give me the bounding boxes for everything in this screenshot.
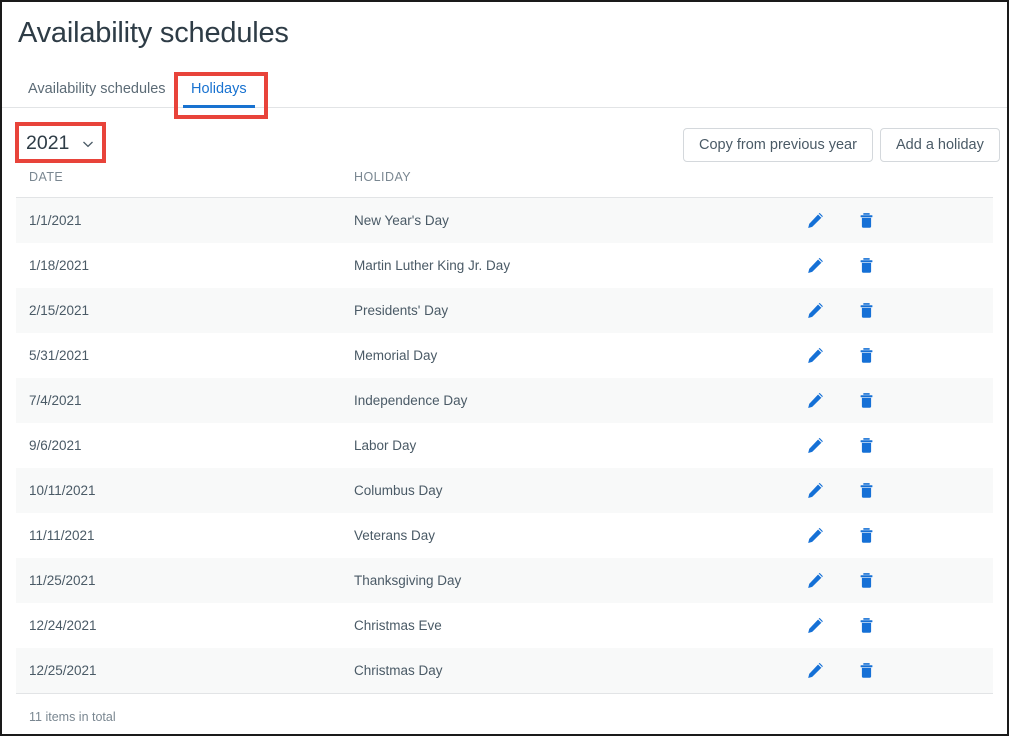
cell-holiday: Labor Day (354, 438, 417, 453)
row-actions (806, 346, 876, 365)
cell-holiday: Independence Day (354, 393, 468, 408)
table-row: 1/1/2021 New Year's Day (16, 198, 993, 243)
pencil-icon[interactable] (806, 211, 825, 230)
year-select-value: 2021 (26, 131, 70, 154)
cell-date: 11/25/2021 (29, 573, 96, 588)
trash-icon[interactable] (857, 526, 876, 545)
cell-holiday: Christmas Eve (354, 618, 442, 633)
tab-holidays[interactable]: Holidays (177, 75, 261, 108)
row-actions (806, 211, 876, 230)
cell-holiday: Columbus Day (354, 483, 443, 498)
trash-icon[interactable] (857, 346, 876, 365)
row-actions (806, 436, 876, 455)
column-header-holiday: HOLIDAY (354, 170, 412, 184)
trash-icon[interactable] (857, 661, 876, 680)
trash-icon[interactable] (857, 211, 876, 230)
row-actions (806, 526, 876, 545)
table-header-row: DATE HOLIDAY (16, 170, 993, 198)
trash-icon[interactable] (857, 391, 876, 410)
copy-from-previous-year-button[interactable]: Copy from previous year (683, 128, 873, 162)
pencil-icon[interactable] (806, 256, 825, 275)
trash-icon[interactable] (857, 256, 876, 275)
pencil-icon[interactable] (806, 436, 825, 455)
cell-holiday: Presidents' Day (354, 303, 449, 318)
table-row: 2/15/2021 Presidents' Day (16, 288, 993, 333)
table-footer-count: 11 items in total (29, 710, 116, 724)
cell-holiday: Thanksgiving Day (354, 573, 462, 588)
pencil-icon[interactable] (806, 661, 825, 680)
cell-holiday: Christmas Day (354, 663, 443, 678)
cell-date: 12/24/2021 (29, 618, 97, 633)
cell-holiday: Memorial Day (354, 348, 438, 363)
cell-holiday: Martin Luther King Jr. Day (354, 258, 511, 273)
chevron-down-icon (82, 138, 94, 150)
table-row: 11/11/2021 Veterans Day (16, 513, 993, 558)
tab-label: Holidays (191, 81, 247, 97)
row-actions (806, 661, 876, 680)
cell-date: 9/6/2021 (29, 438, 82, 453)
row-actions (806, 301, 876, 320)
cell-holiday: New Year's Day (354, 213, 449, 228)
row-actions (806, 256, 876, 275)
table-row: 12/25/2021 Christmas Day (16, 648, 993, 693)
pencil-icon[interactable] (806, 571, 825, 590)
trash-icon[interactable] (857, 571, 876, 590)
column-header-date: DATE (29, 170, 64, 184)
table-row: 9/6/2021 Labor Day (16, 423, 993, 468)
cell-date: 5/31/2021 (29, 348, 90, 363)
cell-date: 2/15/2021 (29, 303, 90, 318)
tab-availability-schedules[interactable]: Availability schedules (14, 75, 180, 108)
add-a-holiday-button[interactable]: Add a holiday (880, 128, 1000, 162)
cell-date: 11/11/2021 (29, 528, 95, 543)
trash-icon[interactable] (857, 301, 876, 320)
holidays-table: DATE HOLIDAY 1/1/2021 New Year's Day 1/18/… (16, 170, 993, 724)
trash-icon[interactable] (857, 436, 876, 455)
pencil-icon[interactable] (806, 481, 825, 500)
table-row: 1/18/2021 Martin Luther King Jr. Day (16, 243, 993, 288)
cell-date: 1/1/2021 (29, 213, 82, 228)
row-actions (806, 481, 876, 500)
pencil-icon[interactable] (806, 346, 825, 365)
trash-icon[interactable] (857, 481, 876, 500)
table-row: 12/24/2021 Christmas Eve (16, 603, 993, 648)
cell-date: 7/4/2021 (29, 393, 82, 408)
app-window: Availability schedules Availability sche… (0, 0, 1009, 736)
tab-active-underline (183, 105, 255, 108)
table-row: 10/11/2021 Columbus Day (16, 468, 993, 513)
table-row: 11/25/2021 Thanksgiving Day (16, 558, 993, 603)
cell-date: 1/18/2021 (29, 258, 90, 273)
pencil-icon[interactable] (806, 391, 825, 410)
cell-date: 10/11/2021 (29, 483, 96, 498)
tab-label: Availability schedules (28, 81, 166, 97)
row-actions (806, 616, 876, 635)
table-row: 7/4/2021 Independence Day (16, 378, 993, 423)
pencil-icon[interactable] (806, 526, 825, 545)
pencil-icon[interactable] (806, 616, 825, 635)
cell-holiday: Veterans Day (354, 528, 436, 543)
pencil-icon[interactable] (806, 301, 825, 320)
cell-date: 12/25/2021 (29, 663, 97, 678)
page-title: Availability schedules (18, 17, 289, 49)
year-select[interactable]: 2021 (26, 128, 94, 158)
table-body: 1/1/2021 New Year's Day 1/18/2021 Martin Lu… (16, 198, 993, 693)
tab-bar: Availability schedules Holidays (2, 75, 1007, 108)
row-actions (806, 571, 876, 590)
row-actions (806, 391, 876, 410)
trash-icon[interactable] (857, 616, 876, 635)
table-row: 5/31/2021 Memorial Day (16, 333, 993, 378)
